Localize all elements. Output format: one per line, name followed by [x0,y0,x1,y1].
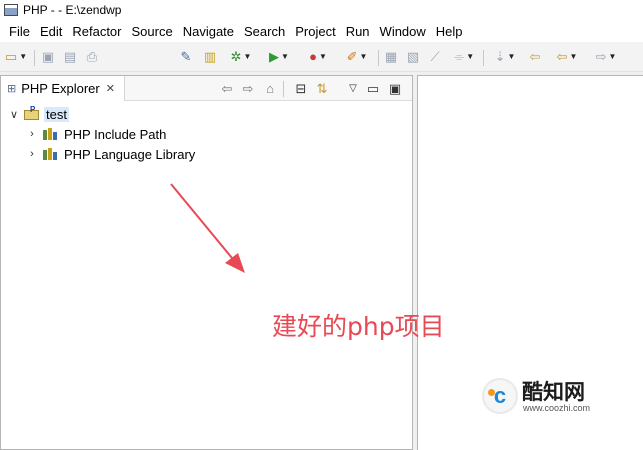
php-project-icon: P [24,105,40,120]
edit-icon: ⟋ [430,49,440,64]
view-back-icon[interactable]: ⇦ [219,81,235,97]
php-explorer-icon: ⊞ [7,83,17,95]
toolbar-separator [483,50,484,66]
collapsed-chevron-icon[interactable]: › [25,148,39,160]
library-icon [43,128,60,140]
open-resource-button[interactable]: ▧ [405,49,421,65]
tools-icon: ✐ [346,49,358,64]
expanded-chevron-icon[interactable]: ∨ [7,108,21,121]
view-forward-icon[interactable]: ⇨ [240,81,256,97]
view-up-icon[interactable]: ⌂ [262,81,278,97]
next-annotation-button[interactable]: ⇣ ▼ [490,49,520,65]
close-icon[interactable]: ✕ [106,82,115,95]
next-annotation-icon: ⇣ [494,49,506,64]
last-edit-button[interactable]: ⇦ [526,49,544,65]
tab-php-explorer[interactable]: ⊞ PHP Explorer ✕ [1,76,125,101]
save-button[interactable]: ▣ [40,49,56,65]
menu-bar: File Edit Refactor Source Navigate Searc… [0,20,643,42]
title-bar: PHP - - E:\zendwp [0,0,643,20]
run-external-button[interactable]: ● ▼ [303,49,333,65]
menu-run[interactable]: Run [341,24,375,39]
print-icon: ⎙ [86,49,98,64]
link-with-editor-icon[interactable]: ⇅ [314,81,330,97]
tree-item-label: test [44,106,69,122]
menu-project[interactable]: Project [290,24,340,39]
collapsed-chevron-icon[interactable]: › [25,128,39,140]
menu-window[interactable]: Window [375,24,431,39]
view-menu-icon[interactable]: ▽ [345,81,361,97]
annotation-text: 建好的php项目 [272,312,445,341]
open-type-icon: ▦ [384,49,398,64]
window-title: PHP - - E:\zendwp [23,3,122,17]
edit-button[interactable]: ⟋ [427,49,443,65]
back-button[interactable]: ⇦ ▼ [551,49,583,65]
save-all-button[interactable]: ▤ [62,49,78,65]
watermark: c 酷知网 www.coozhi.com [482,376,622,416]
tree-item-language-library[interactable]: › PHP Language Library [25,144,195,164]
open-resource-icon: ▧ [406,49,420,64]
run-button[interactable]: ▶ ▼ [264,49,294,65]
run-icon: ▶ [269,49,280,64]
toolbar-separator [34,50,35,66]
minimize-icon[interactable]: ▭ [365,81,381,97]
tree-item-label: PHP Include Path [64,126,167,142]
watermark-name: 酷知网 [522,380,585,404]
annotation-icon: ⌯ [453,49,465,64]
run-external-icon: ● [309,49,317,64]
main-toolbar: ▭ ▼ ▣ ▤ ⎙ ✎ ▥ ✲ ▼ ▶ ▼ ● ▼ ✐ ▼ ▦ ▧ ⟋ ⌯ ▼ ⇣ ▼ ⇦ ⇦… [0,42,643,72]
watermark-url: www.coozhi.com [523,403,591,413]
maximize-icon[interactable]: ▣ [387,81,403,97]
php-library-button[interactable]: ▥ [202,49,218,65]
php-explorer-view: ⊞ PHP Explorer ✕ ⇦ ⇨ ⌂ ⊟ ⇅ ▽ ▭ ▣ ∨ P tes… [0,75,413,450]
save-icon: ▣ [41,49,55,64]
menu-search[interactable]: Search [239,24,290,39]
eclipse-app-icon [4,4,18,16]
menu-edit[interactable]: Edit [35,24,67,39]
open-type-button[interactable]: ▦ [383,49,399,65]
back-icon: ⇦ [556,49,568,64]
tools-button[interactable]: ✐ ▼ [342,49,372,65]
new-button[interactable]: ▭ ▼ [4,49,28,65]
debug-button[interactable]: ✲ ▼ [226,49,256,65]
annotation-button[interactable]: ⌯ ▼ [449,49,479,65]
collapse-all-icon[interactable]: ⊟ [293,81,309,97]
tree-item-include-path[interactable]: › PHP Include Path [25,124,166,144]
save-all-icon: ▤ [63,49,77,64]
tree-item-project[interactable]: ∨ P test [7,104,69,124]
php-explorer-tab-label: PHP Explorer [21,81,100,96]
library-icon [43,148,60,160]
forward-icon: ⇨ [595,49,607,64]
tree-item-label: PHP Language Library [64,146,196,162]
debug-icon: ✲ [230,49,242,64]
php-library-icon: ▥ [203,49,217,64]
last-edit-icon: ⇦ [529,49,541,64]
new-icon: ▭ [4,49,18,64]
coozhi-logo-icon: c [482,378,518,414]
print-button[interactable]: ⎙ [84,49,100,65]
menu-source[interactable]: Source [127,24,178,39]
menu-navigate[interactable]: Navigate [178,24,239,39]
view-toolbar: ⇦ ⇨ ⌂ ⊟ ⇅ ▽ ▭ ▣ [125,76,412,101]
menu-file[interactable]: File [4,24,35,39]
toolbar-separator [378,50,379,66]
php-debug-icon: ✎ [180,49,192,64]
menu-help[interactable]: Help [431,24,468,39]
php-debug-button[interactable]: ✎ [178,49,194,65]
forward-button[interactable]: ⇨ ▼ [590,49,622,65]
menu-refactor[interactable]: Refactor [67,24,126,39]
view-toolbar-separator [283,81,284,97]
